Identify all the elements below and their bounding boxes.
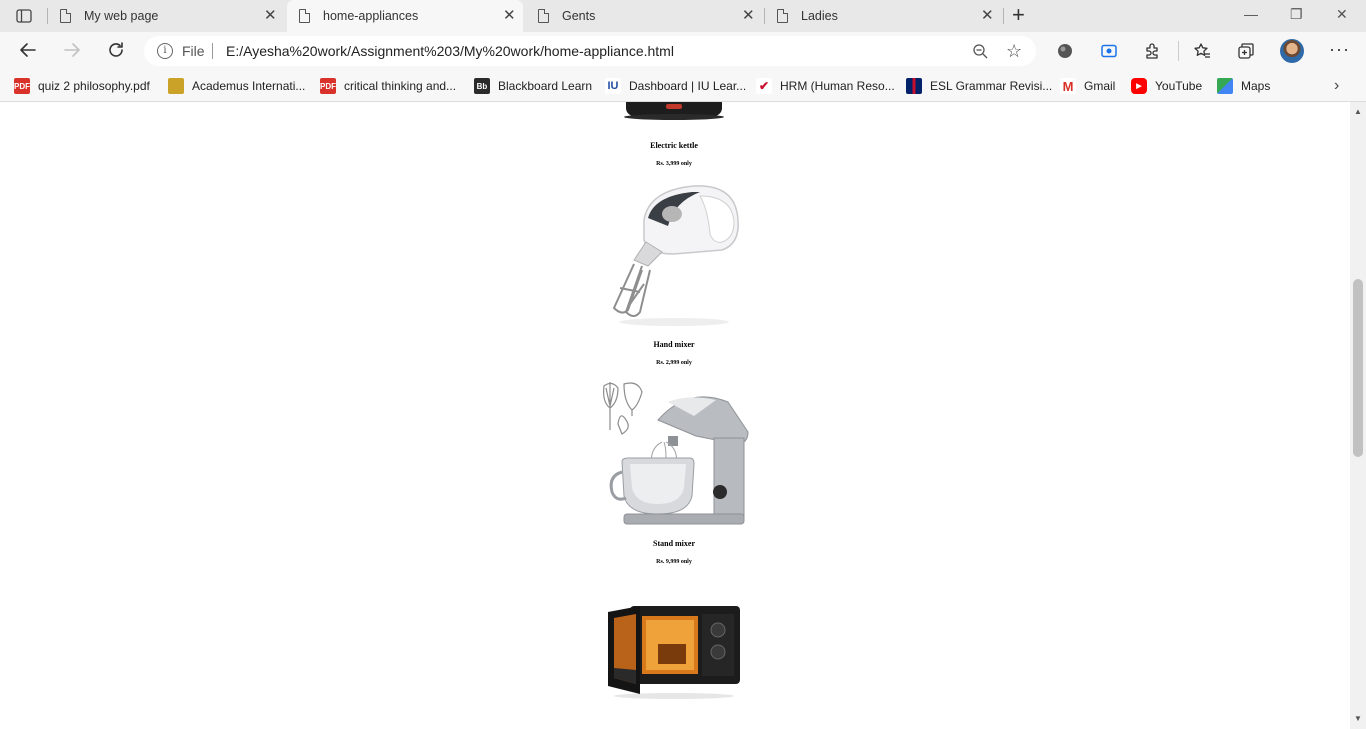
product-name: Hand mixer [653,340,695,349]
tab-gents[interactable]: Gents ✕ [526,0,762,32]
bookmark-youtube[interactable]: ▶ YouTube [1131,77,1202,95]
bookmark-label: Academus Internati... [192,79,306,93]
product-price: Rs. 2,999 only [656,360,692,366]
window-close-icon[interactable]: ✕ [1336,6,1348,23]
youtube-icon: ▶ [1131,78,1147,94]
tab-separator [1003,8,1004,24]
address-separator [212,43,213,59]
favorites-icon[interactable] [1191,40,1213,62]
zoom-out-icon[interactable] [972,43,988,59]
bookmark-label: Dashboard | IU Lear... [629,79,747,93]
info-icon[interactable]: i [157,43,173,59]
close-icon[interactable]: ✕ [264,8,277,23]
tab-ladies[interactable]: Ladies ✕ [765,0,1001,32]
bookmark-maps[interactable]: Maps [1217,77,1270,95]
scrollbar-thumb[interactable] [1353,279,1363,457]
bookmark-quiz-2-philosophy[interactable]: PDF quiz 2 philosophy.pdf [14,77,150,95]
close-icon[interactable]: ✕ [503,8,516,23]
address-bar[interactable]: i File E:/Ayesha%20work/Assignment%203/M… [144,36,1036,66]
bookmark-esl-grammar[interactable]: ESL Grammar Revisi... [906,77,1052,95]
forward-icon[interactable] [62,40,82,65]
page-icon [60,9,71,23]
bookmark-label: quiz 2 philosophy.pdf [38,79,150,93]
product-name: Stand mixer [653,539,695,548]
product-image-electric-kettle [614,102,734,122]
scroll-down-icon[interactable]: ▼ [1354,714,1362,723]
tab-strip: My web page ✕ home-appliances ✕ Gents ✕ … [0,0,1366,32]
toolbar: i File E:/Ayesha%20work/Assignment%203/M… [0,32,1366,70]
toolbar-separator [1178,41,1179,61]
tab-home-appliances[interactable]: home-appliances ✕ [287,0,523,32]
bookmark-gmail[interactable]: M Gmail [1060,77,1115,95]
pdf-icon: PDF [14,78,30,94]
bookmark-hrm[interactable]: ✔ HRM (Human Reso... [756,77,895,95]
tab-label: Gents [562,9,596,23]
vertical-scrollbar[interactable]: ▲ ▼ [1350,102,1366,729]
extensions-puzzle-icon[interactable] [1142,40,1164,62]
product-price: Rs. 3,999 only [656,161,692,167]
tab-label: home-appliances [323,9,419,23]
hrm-icon: ✔ [756,78,772,94]
collections-icon[interactable] [1235,40,1257,62]
bookmark-academus[interactable]: Academus Internati... [168,77,305,95]
pdf-icon: PDF [320,78,336,94]
tab-label: Ladies [801,9,838,23]
bookmark-label: Maps [1241,79,1271,93]
page-icon [299,9,310,23]
bookmark-blackboard[interactable]: Bb Blackboard Learn [474,77,592,95]
maps-icon [1217,78,1233,94]
profile-avatar[interactable] [1280,39,1304,63]
bookmark-iu-dashboard[interactable]: IU Dashboard | IU Lear... [605,77,746,95]
extension-icon[interactable] [1054,40,1076,62]
uk-flag-icon [906,78,922,94]
close-icon[interactable]: ✕ [981,8,994,23]
chevron-right-icon[interactable]: › [1334,77,1339,95]
scheme-label: File [182,43,205,59]
product-image-stand-mixer [598,380,752,530]
bookmark-label: ESL Grammar Revisi... [930,79,1053,93]
page-icon [538,9,549,23]
bookmark-critical-thinking[interactable]: PDF critical thinking and... [320,77,456,95]
bookmark-label: HRM (Human Reso... [780,79,895,93]
bookmark-label: critical thinking and... [344,79,457,93]
tab-actions-icon[interactable] [10,6,38,26]
add-favorite-icon[interactable]: ☆ [1006,41,1022,62]
academus-icon [168,78,184,94]
product-price: Rs. 9,999 only [656,559,692,565]
close-icon[interactable]: ✕ [742,8,755,23]
more-options-icon[interactable]: ··· [1329,39,1350,60]
bookmark-label: Gmail [1084,79,1116,93]
screen-capture-icon[interactable] [1098,40,1120,62]
url-text[interactable]: E:/Ayesha%20work/Assignment%203/My%20wor… [226,43,674,59]
tab-label: My web page [84,9,159,23]
bookmark-label: Blackboard Learn [498,79,593,93]
page-viewport: Electric kettle Rs. 3,999 only Hand mixe… [0,102,1350,729]
restore-icon[interactable]: ❐ [1290,6,1303,23]
product-name: Electric kettle [650,141,698,150]
gmail-icon: M [1060,78,1076,94]
minimize-icon[interactable]: — [1244,6,1258,22]
refresh-icon[interactable] [106,40,126,65]
product-image-microwave [606,604,742,700]
iu-icon: IU [605,78,621,94]
tab-my-web-page[interactable]: My web page ✕ [48,0,284,32]
page-icon [777,9,788,23]
blackboard-icon: Bb [474,78,490,94]
new-tab-icon[interactable]: + [1012,4,1025,26]
bookmarks-bar: PDF quiz 2 philosophy.pdf Academus Inter… [0,70,1366,102]
product-image-hand-mixer [604,180,744,330]
scroll-up-icon[interactable]: ▲ [1354,107,1362,116]
bookmark-label: YouTube [1155,79,1203,93]
back-icon[interactable] [18,40,38,65]
